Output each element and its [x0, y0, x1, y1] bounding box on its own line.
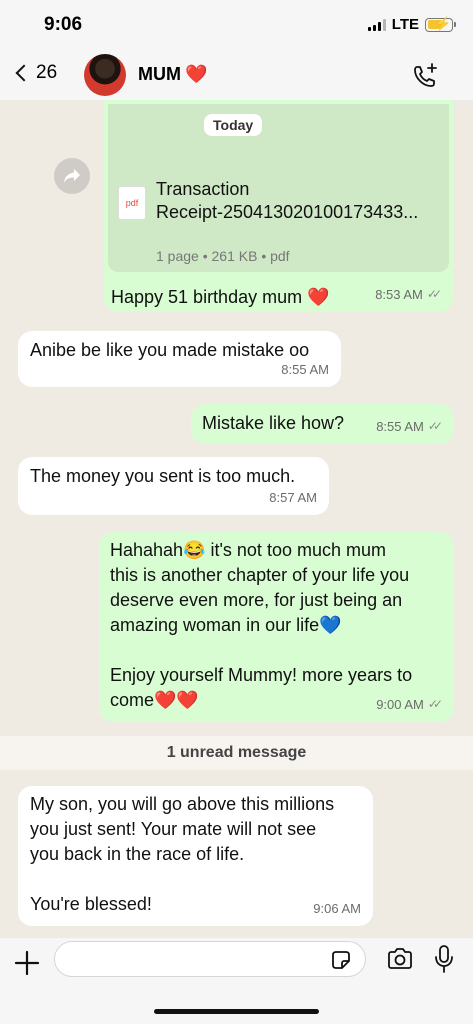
camera-icon[interactable] — [386, 947, 414, 971]
outgoing-message[interactable]: Mistake like how? 8:55 AM ✓✓ — [191, 404, 454, 444]
message-text: The money you sent is too much. — [30, 466, 296, 486]
message-text: Hahahah😂 it's not too much mum this is a… — [110, 540, 413, 710]
chevron-left-icon — [15, 64, 33, 82]
avatar[interactable] — [84, 54, 126, 96]
date-chip: Today — [204, 114, 263, 136]
message-text: Anibe be like you made mistake oo — [30, 340, 310, 360]
message-text: My son, you will go above this millions … — [30, 794, 335, 914]
message-time: 8:55 AM ✓✓ — [376, 414, 443, 439]
message-text: Mistake like how? — [202, 413, 345, 433]
signal-icon — [367, 18, 386, 31]
status-indicators: LTE ⚡ — [367, 16, 456, 33]
document-title: Transaction Receipt-250413020100173433..… — [156, 179, 419, 222]
forward-icon — [64, 169, 80, 183]
incoming-message[interactable]: My son, you will go above this millions … — [18, 786, 373, 926]
outgoing-message[interactable]: Hahahah😂 it's not too much mum this is a… — [99, 532, 454, 722]
contact-name-text: MUM — [138, 64, 181, 84]
incoming-message[interactable]: Anibe be like you made mistake oo 8:55 A… — [18, 331, 341, 387]
message-time: 9:06 AM — [313, 901, 361, 916]
unread-chats-count: 26 — [36, 62, 58, 83]
status-bar: 9:06 LTE ⚡ — [0, 0, 473, 52]
forward-button[interactable] — [54, 158, 90, 194]
plus-icon[interactable] — [14, 950, 40, 976]
chat-area[interactable]: pdf Transaction Receipt-2504130201001734… — [0, 100, 473, 938]
read-ticks-icon: ✓✓ — [426, 287, 442, 301]
document-message[interactable]: pdf Transaction Receipt-2504130201001734… — [104, 100, 453, 312]
read-ticks-icon: ✓✓ — [427, 697, 443, 711]
message-time: 8:55 AM — [281, 362, 329, 377]
message-time: 9:00 AM ✓✓ — [376, 692, 443, 717]
message-composer — [0, 938, 473, 1024]
back-button[interactable]: 26 — [14, 62, 57, 84]
message-input[interactable] — [54, 941, 366, 977]
message-time: 8:57 AM — [269, 490, 317, 505]
unread-divider: 1 unread message — [0, 736, 473, 770]
read-ticks-icon: ✓✓ — [427, 419, 443, 433]
microphone-icon[interactable] — [434, 944, 454, 974]
document-card[interactable]: pdf Transaction Receipt-2504130201001734… — [112, 178, 442, 270]
contact-name[interactable]: MUM ❤️ — [138, 64, 207, 85]
sticker-icon[interactable] — [330, 949, 352, 971]
status-time: 9:06 — [44, 14, 83, 35]
message-time: 8:53 AM ✓✓ — [375, 282, 442, 307]
contact-name-emoji: ❤️ — [185, 64, 208, 84]
battery-icon: ⚡ — [425, 16, 456, 32]
chat-header: 26 MUM ❤️ — [0, 52, 473, 100]
home-indicator — [154, 1009, 319, 1014]
document-caption: Happy 51 birthday mum ❤️ — [111, 287, 330, 307]
pdf-file-icon: pdf — [118, 186, 146, 220]
document-meta: 1 page • 261 KB • pdf — [156, 248, 290, 264]
incoming-message[interactable]: The money you sent is too much. 8:57 AM — [18, 457, 329, 515]
network-label: LTE — [391, 16, 419, 33]
add-call-icon[interactable] — [411, 62, 439, 90]
